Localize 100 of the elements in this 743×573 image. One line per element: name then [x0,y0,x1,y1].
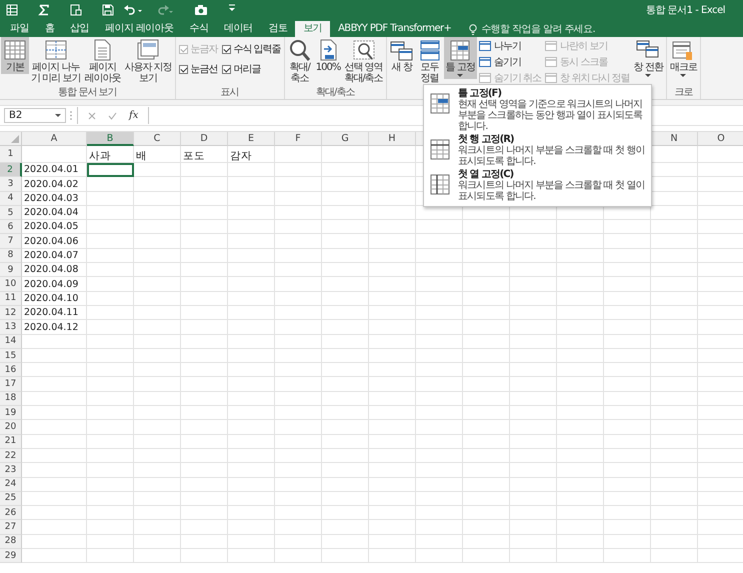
table-cell[interactable] [322,363,369,378]
table-cell[interactable] [604,334,651,349]
table-cell[interactable] [463,392,510,406]
table-cell[interactable] [651,377,698,392]
table-cell[interactable] [181,492,228,506]
table-cell[interactable] [181,177,228,192]
ribbon-tab[interactable]: 삽입 [62,21,98,37]
ribbon-button[interactable]: 확대/ 축소 [286,37,314,85]
table-cell[interactable] [322,163,369,178]
row-header[interactable]: 24 [0,478,22,492]
table-cell[interactable] [510,549,557,564]
undo-icon[interactable] [124,4,143,16]
table-cell[interactable] [510,506,557,520]
table-cell[interactable] [510,320,557,335]
table-cell[interactable] [510,406,557,420]
table-cell[interactable] [181,306,228,320]
camera-icon[interactable] [194,4,208,16]
table-cell[interactable] [134,292,181,306]
table-cell[interactable] [275,248,322,264]
table-cell[interactable] [322,234,369,249]
table-cell[interactable] [22,434,87,449]
table-cell[interactable] [369,478,416,492]
table-cell[interactable] [275,434,322,449]
table-cell[interactable] [322,406,369,420]
table-cell[interactable] [322,292,369,306]
table-cell[interactable] [228,363,275,378]
table-cell[interactable] [463,377,510,392]
table-cell[interactable] [651,334,698,349]
table-cell[interactable] [228,420,275,435]
table-cell[interactable]: 배 [134,146,181,163]
table-cell[interactable] [134,248,181,264]
table-cell[interactable] [463,277,510,292]
table-cell[interactable]: 2020.04.08 [22,263,87,278]
table-cell[interactable] [604,448,651,464]
table-cell[interactable] [22,463,87,478]
ribbon-command[interactable]: 숨기기 [478,55,542,69]
ribbon-button[interactable]: 기본 [1,37,29,74]
table-cell[interactable] [322,420,369,435]
table-cell[interactable] [181,234,228,249]
table-cell[interactable] [134,492,181,506]
column-header[interactable]: G [322,132,369,146]
table-cell[interactable] [463,348,510,364]
table-cell[interactable] [228,248,275,264]
table-cell[interactable] [604,292,651,306]
table-cell[interactable] [557,406,604,420]
table-cell[interactable] [604,478,651,492]
table-cell[interactable] [510,534,557,550]
table-cell[interactable] [87,206,134,220]
table-cell[interactable] [369,506,416,520]
table-cell[interactable] [651,392,698,406]
table-cell[interactable] [510,448,557,464]
table-cell[interactable] [228,392,275,406]
row-header[interactable]: 7 [0,234,22,249]
table-cell[interactable] [22,406,87,420]
column-header[interactable]: O [698,132,743,146]
table-cell[interactable] [416,363,463,378]
table-cell[interactable] [651,363,698,378]
table-cell[interactable] [275,334,322,349]
table-cell[interactable] [416,220,463,234]
table-cell[interactable] [181,392,228,406]
table-cell[interactable] [604,406,651,420]
table-cell[interactable] [416,506,463,520]
ribbon-tab[interactable]: 페이지 레이아웃 [97,21,182,37]
table-cell[interactable]: 2020.04.07 [22,248,87,264]
ribbon-tab[interactable]: 파일 [2,21,37,37]
table-cell[interactable] [369,363,416,378]
table-cell[interactable] [228,277,275,292]
table-cell[interactable] [557,220,604,234]
table-cell[interactable] [651,220,698,234]
column-header[interactable]: E [228,132,275,146]
table-cell[interactable] [275,520,322,535]
table-cell[interactable] [463,463,510,478]
table-cell[interactable] [181,406,228,420]
table-cell[interactable] [87,248,134,264]
table-cell[interactable] [651,549,698,564]
table-cell[interactable] [463,248,510,264]
table-cell[interactable] [228,520,275,535]
table-cell[interactable] [322,549,369,564]
table-cell[interactable] [322,463,369,478]
table-cell[interactable] [22,348,87,364]
table-cell[interactable] [322,377,369,392]
table-cell[interactable] [651,406,698,420]
table-cell[interactable] [228,163,275,178]
table-cell[interactable] [322,392,369,406]
table-cell[interactable] [369,392,416,406]
table-cell[interactable] [416,277,463,292]
row-header[interactable]: 3 [0,177,22,192]
table-cell[interactable] [557,463,604,478]
table-cell[interactable] [87,220,134,234]
table-cell[interactable] [557,420,604,435]
table-cell[interactable]: 감자 [228,146,275,163]
table-cell[interactable] [181,248,228,264]
menu-item[interactable]: 첫 행 고정(R) [458,134,647,145]
grid-icon[interactable] [6,4,18,16]
table-cell[interactable]: 2020.04.09 [22,277,87,292]
row-header[interactable]: 10 [0,277,22,292]
table-cell[interactable] [134,463,181,478]
table-cell[interactable] [228,292,275,306]
table-cell[interactable] [463,492,510,506]
table-cell[interactable] [275,392,322,406]
